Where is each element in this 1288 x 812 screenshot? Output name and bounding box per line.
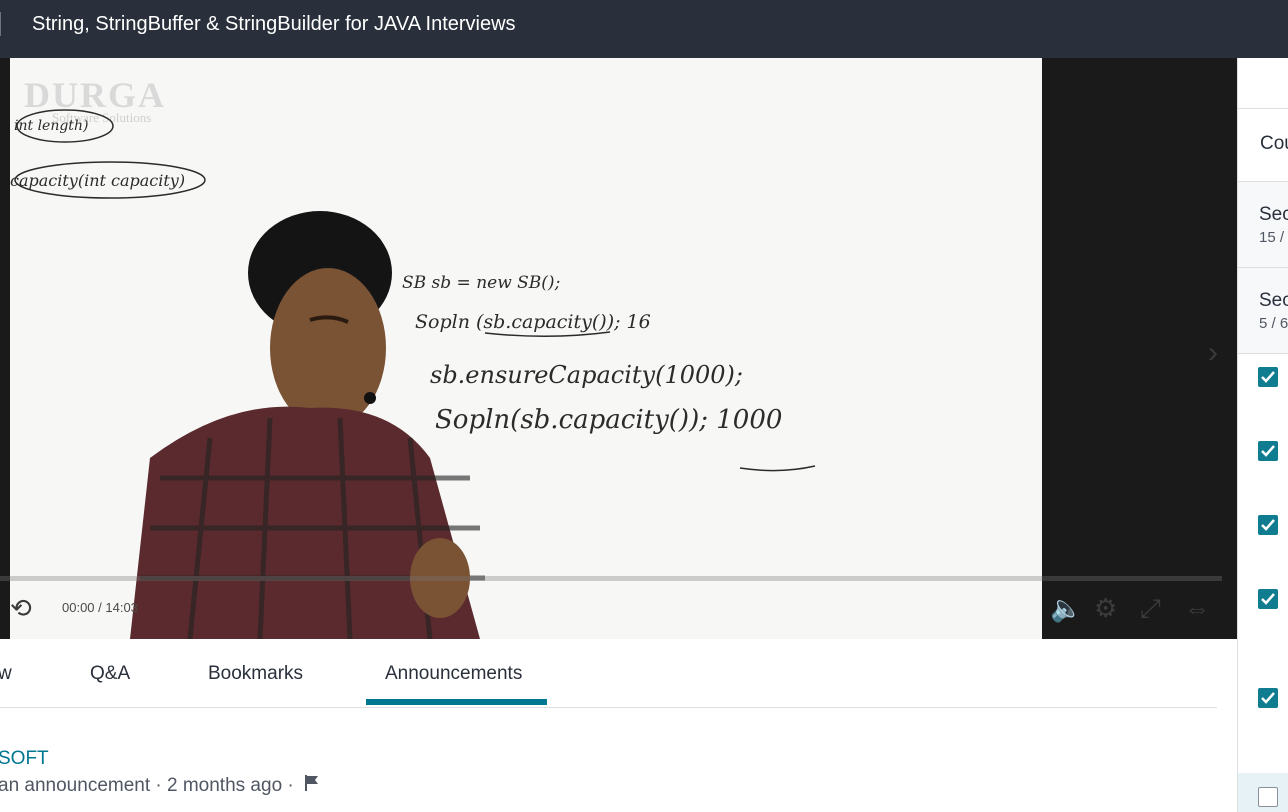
settings-gear-icon[interactable]: ⚙ <box>1094 588 1117 628</box>
sidebar-heading: Cou <box>1260 133 1288 154</box>
header-divider <box>0 12 1 36</box>
active-tab-indicator <box>366 699 547 705</box>
board-text-5: sb.ensureCapacity(1000); <box>430 361 743 389</box>
lecture-complete-checkbox[interactable] <box>1258 515 1278 535</box>
section-progress: 5 / 6 <box>1259 315 1288 332</box>
course-title: String, StringBuffer & StringBuilder for… <box>32 13 516 35</box>
time-display: 00:00 / 14:03 <box>62 600 138 615</box>
board-text-4: Sopln (sb.capacity()); 16 <box>415 311 651 333</box>
rewind-icon[interactable]: ⟲ <box>10 588 32 628</box>
course-header: String, StringBuffer & StringBuilder for… <box>0 0 1288 58</box>
sidebar-divider <box>1238 108 1288 109</box>
tab-overview[interactable]: w <box>0 663 12 685</box>
sidebar-divider <box>1238 353 1288 354</box>
next-lecture-arrow-icon[interactable]: › <box>1208 336 1218 370</box>
volume-icon[interactable]: 🔈 <box>1050 588 1082 628</box>
video-progress-bar[interactable] <box>0 576 1222 581</box>
fullscreen-icon[interactable]: ⤢ <box>1140 588 1161 628</box>
tab-qa[interactable]: Q&A <box>90 663 130 685</box>
lecture-incomplete-checkbox[interactable] <box>1258 787 1278 807</box>
video-frame[interactable]: DURGA Software Solutions int length) cap… <box>10 58 1042 639</box>
course-content-sidebar: Cou Sec 15 / Sec 5 / 6 <box>1237 58 1288 812</box>
board-text-3: SB sb = new SB(); <box>402 273 560 293</box>
tab-bookmarks[interactable]: Bookmarks <box>208 663 303 685</box>
section-progress: 15 / <box>1259 229 1285 246</box>
course-tabs: w Q&A Bookmarks Announcements <box>0 639 1217 708</box>
section-title[interactable]: Sec <box>1259 290 1288 312</box>
player-controls: ⟲ 00:00 / 14:03 🔈 ⚙ ⤢ ⇔ <box>0 588 1237 628</box>
lecture-complete-checkbox[interactable] <box>1258 441 1278 461</box>
board-text-2: capacity(int capacity) <box>10 171 185 190</box>
flag-icon[interactable] <box>303 774 321 798</box>
video-player[interactable]: DURGA Software Solutions int length) cap… <box>0 58 1237 639</box>
lecture-complete-checkbox[interactable] <box>1258 688 1278 708</box>
section-title[interactable]: Sec <box>1259 204 1288 226</box>
announcement-meta: an announcement · 2 months ago · <box>0 774 321 798</box>
announcement-author[interactable]: SOFT <box>0 748 49 770</box>
tab-announcements[interactable]: Announcements <box>385 663 522 685</box>
lecture-complete-checkbox[interactable] <box>1258 589 1278 609</box>
expand-icon[interactable]: ⇔ <box>1184 588 1210 628</box>
lecture-complete-checkbox[interactable] <box>1258 367 1278 387</box>
board-text-1: int length) <box>14 118 88 134</box>
announcement-meta-text: an announcement · 2 months ago · <box>0 775 294 797</box>
whiteboard-scene: int length) capacity(int capacity) SB sb… <box>10 109 816 639</box>
board-text-6: Sopln(sb.capacity()); 1000 <box>435 405 782 435</box>
